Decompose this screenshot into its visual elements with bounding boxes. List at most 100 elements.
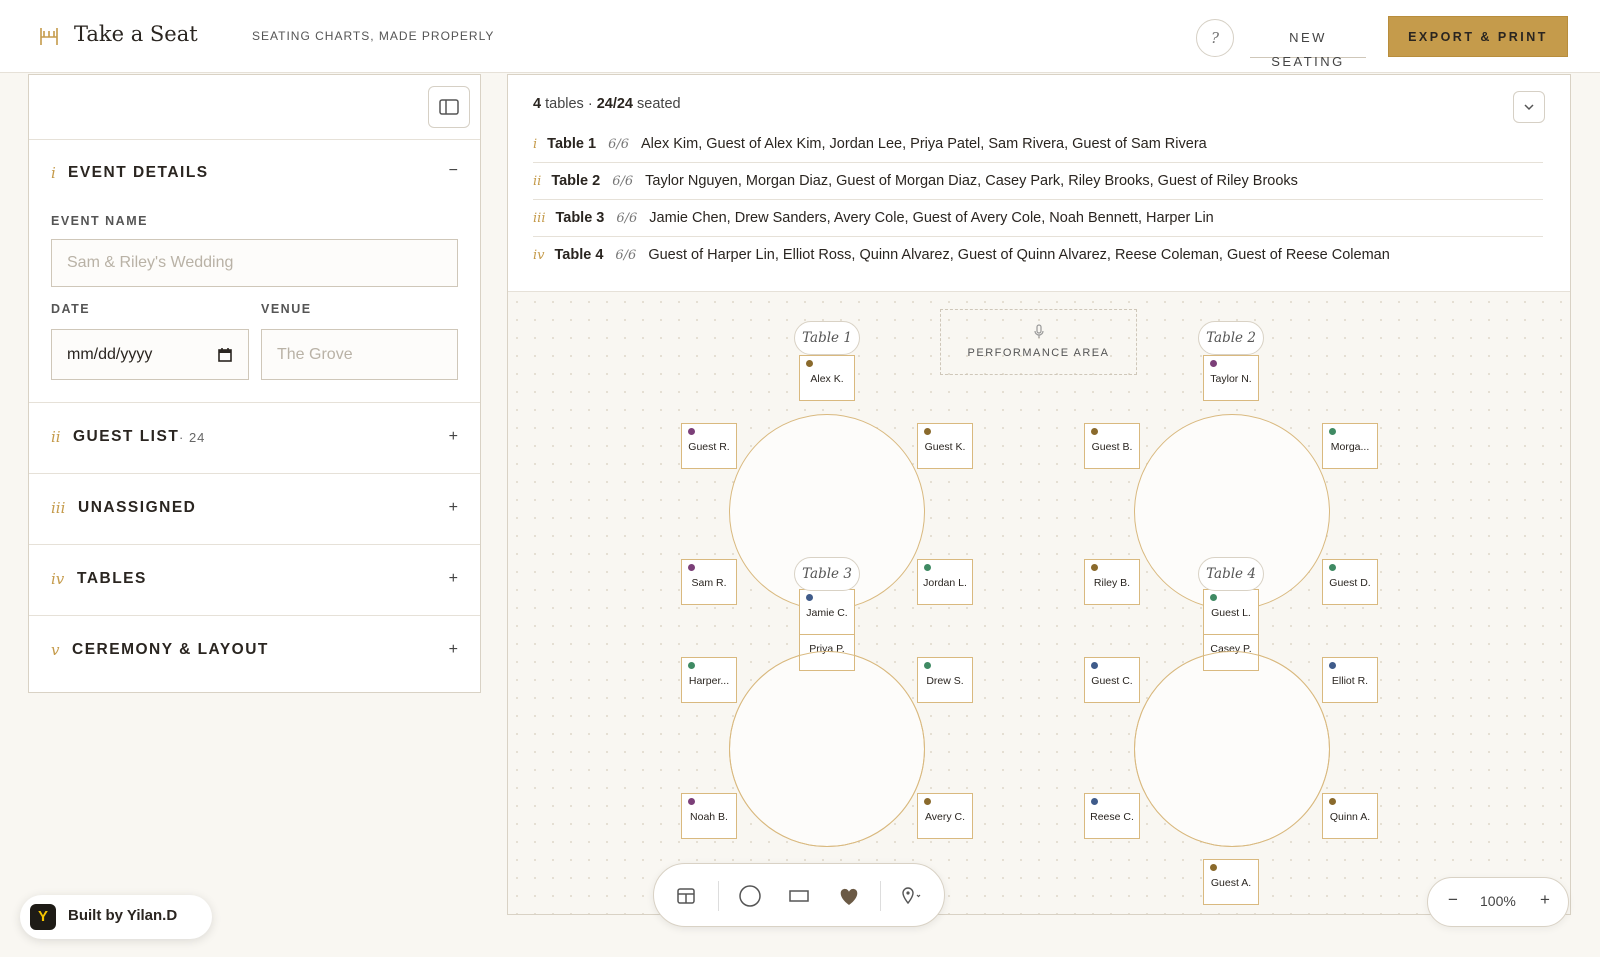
seat-guest-name: Guest L. bbox=[1211, 607, 1251, 619]
seat-guest-name: Sam R. bbox=[691, 577, 727, 589]
tables-word: tables · bbox=[545, 96, 593, 112]
seat-card[interactable]: Drew S. bbox=[917, 657, 973, 703]
expand-icon[interactable]: + bbox=[449, 570, 458, 588]
seat-card[interactable]: Reese C. bbox=[1084, 793, 1140, 839]
round-table-3[interactable] bbox=[729, 651, 925, 847]
seat-guest-name: Morga... bbox=[1330, 441, 1370, 453]
row-table-name: Table 4 bbox=[554, 247, 604, 263]
layout-tool-icon[interactable] bbox=[668, 878, 704, 914]
status-dot bbox=[924, 564, 931, 571]
event-details-header[interactable]: i EVENT DETAILS − bbox=[29, 140, 480, 210]
row-guests: Alex Kim, Guest of Alex Kim, Jordan Lee,… bbox=[640, 136, 1207, 152]
seat-card[interactable]: Harper... bbox=[681, 657, 737, 703]
microphone-icon bbox=[1034, 324, 1044, 338]
seat-guest-name: Guest R. bbox=[688, 441, 730, 453]
location-pin-icon[interactable] bbox=[892, 878, 928, 914]
round-table-tool-icon[interactable] bbox=[732, 878, 768, 914]
seat-card[interactable]: Avery C. bbox=[917, 793, 973, 839]
heart-table-tool-icon[interactable] bbox=[831, 878, 867, 914]
seat-card[interactable]: Guest A. bbox=[1203, 859, 1259, 905]
section-title: TABLES bbox=[77, 570, 147, 587]
seat-card[interactable]: Alex K. bbox=[799, 355, 855, 401]
zoom-out-button[interactable]: − bbox=[1448, 890, 1458, 910]
section-title: GUEST LIST bbox=[73, 428, 180, 445]
seat-card[interactable]: Jordan L. bbox=[917, 559, 973, 605]
seat-card[interactable]: Noah B. bbox=[681, 793, 737, 839]
event-name-input[interactable]: Sam & Riley's Wedding bbox=[51, 239, 458, 287]
venue-label: VENUE bbox=[261, 302, 312, 316]
built-by-label: Built by Yilan.D bbox=[68, 907, 178, 924]
section-number: iv bbox=[51, 570, 65, 588]
expand-icon[interactable]: + bbox=[449, 641, 458, 659]
table-row[interactable]: iii Table 3 6/6 Jamie Chen, Drew Sanders, A… bbox=[533, 200, 1543, 237]
table-label-2[interactable]: Table 2 bbox=[1198, 321, 1264, 355]
section-ceremony-layout[interactable]: v CEREMONY & LAYOUT + bbox=[29, 616, 480, 687]
seat-card[interactable]: Guest D. bbox=[1322, 559, 1378, 605]
seating-canvas[interactable]: PERFORMANCE AREA Alex K. Guest R. Guest … bbox=[508, 293, 1570, 914]
status-dot bbox=[1091, 798, 1098, 805]
seat-card[interactable]: Guest K. bbox=[917, 423, 973, 469]
tables-count: 4 bbox=[533, 96, 542, 112]
venue-input[interactable]: The Grove bbox=[261, 329, 458, 380]
table-label-1[interactable]: Table 1 bbox=[794, 321, 860, 355]
seat-card[interactable]: Elliot R. bbox=[1322, 657, 1378, 703]
row-table-name: Table 3 bbox=[555, 210, 605, 226]
seat-card[interactable]: Sam R. bbox=[681, 559, 737, 605]
status-dot bbox=[688, 428, 695, 435]
seat-card[interactable]: Jamie C. bbox=[799, 589, 855, 635]
row-table-name: Table 2 bbox=[551, 173, 601, 189]
status-dot bbox=[924, 428, 931, 435]
seat-card[interactable]: Quinn A. bbox=[1322, 793, 1378, 839]
date-input[interactable]: mm/dd/yyyy bbox=[51, 329, 249, 380]
section-title: UNASSIGNED bbox=[78, 499, 197, 516]
seat-guest-name: Jamie C. bbox=[806, 607, 848, 619]
expand-icon[interactable]: + bbox=[449, 499, 458, 517]
expand-icon[interactable]: + bbox=[449, 428, 458, 446]
row-number: ii bbox=[533, 174, 542, 189]
table-row[interactable]: iv Table 4 6/6 Guest of Harper Lin, Elliot … bbox=[533, 237, 1543, 274]
table-row[interactable]: ii Table 2 6/6 Taylor Nguyen, Morgan Diaz, … bbox=[533, 163, 1543, 200]
toggle-sidebar-button[interactable] bbox=[428, 86, 470, 128]
table-label-3[interactable]: Table 3 bbox=[794, 557, 860, 591]
seat-guest-name: Casey P. bbox=[1210, 643, 1252, 655]
status-dot bbox=[1329, 428, 1336, 435]
seat-card[interactable]: Guest L. bbox=[1203, 589, 1259, 635]
table-label-4[interactable]: Table 4 bbox=[1198, 557, 1264, 591]
round-table-4[interactable] bbox=[1134, 651, 1330, 847]
collapse-icon[interactable]: − bbox=[449, 162, 458, 180]
row-count: 6/6 bbox=[616, 211, 638, 226]
section-title: EVENT DETAILS bbox=[68, 164, 209, 181]
help-button[interactable]: ? bbox=[1196, 19, 1234, 57]
section-number: v bbox=[51, 641, 60, 659]
calendar-icon[interactable] bbox=[218, 347, 232, 362]
zoom-in-button[interactable]: + bbox=[1540, 890, 1550, 910]
row-count: 6/6 bbox=[612, 174, 634, 189]
section-tables[interactable]: iv TABLES + bbox=[29, 545, 480, 616]
seat-card[interactable]: Guest R. bbox=[681, 423, 737, 469]
section-guest-list[interactable]: ii GUEST LIST · 24 + bbox=[29, 403, 480, 474]
seat-card[interactable]: Guest B. bbox=[1084, 423, 1140, 469]
sidebar-top bbox=[29, 75, 480, 140]
status-dot bbox=[1329, 798, 1336, 805]
section-unassigned[interactable]: iii UNASSIGNED + bbox=[29, 474, 480, 545]
built-by-badge[interactable]: Y Built by Yilan.D bbox=[20, 895, 212, 939]
seat-guest-name: Quinn A. bbox=[1329, 811, 1371, 823]
seat-guest-name: Alex K. bbox=[810, 373, 844, 385]
performance-area[interactable]: PERFORMANCE AREA bbox=[940, 309, 1137, 375]
seat-card[interactable]: Taylor N. bbox=[1203, 355, 1259, 401]
seat-guest-name: Guest B. bbox=[1091, 441, 1133, 453]
seat-card[interactable]: Riley B. bbox=[1084, 559, 1140, 605]
seat-card[interactable]: Morga... bbox=[1322, 423, 1378, 469]
seat-guest-name: Noah B. bbox=[690, 811, 728, 823]
app-logo[interactable]: Take a Seat bbox=[74, 22, 198, 46]
new-seating-button[interactable]: NEW SEATING bbox=[1250, 26, 1366, 69]
rect-table-tool-icon[interactable] bbox=[781, 878, 817, 914]
row-number: i bbox=[533, 137, 538, 152]
table-row[interactable]: i Table 1 6/6 Alex Kim, Guest of Alex Kim, … bbox=[533, 126, 1543, 163]
seat-card[interactable]: Guest C. bbox=[1084, 657, 1140, 703]
app-header: Take a Seat SEATING CHARTS, MADE PROPERL… bbox=[0, 0, 1600, 73]
sidebar: i EVENT DETAILS − EVENT NAME Sam & Riley… bbox=[28, 74, 481, 693]
export-print-button[interactable]: EXPORT & PRINT bbox=[1388, 16, 1568, 57]
status-dot bbox=[1329, 662, 1336, 669]
collapse-summary-button[interactable] bbox=[1513, 91, 1545, 123]
